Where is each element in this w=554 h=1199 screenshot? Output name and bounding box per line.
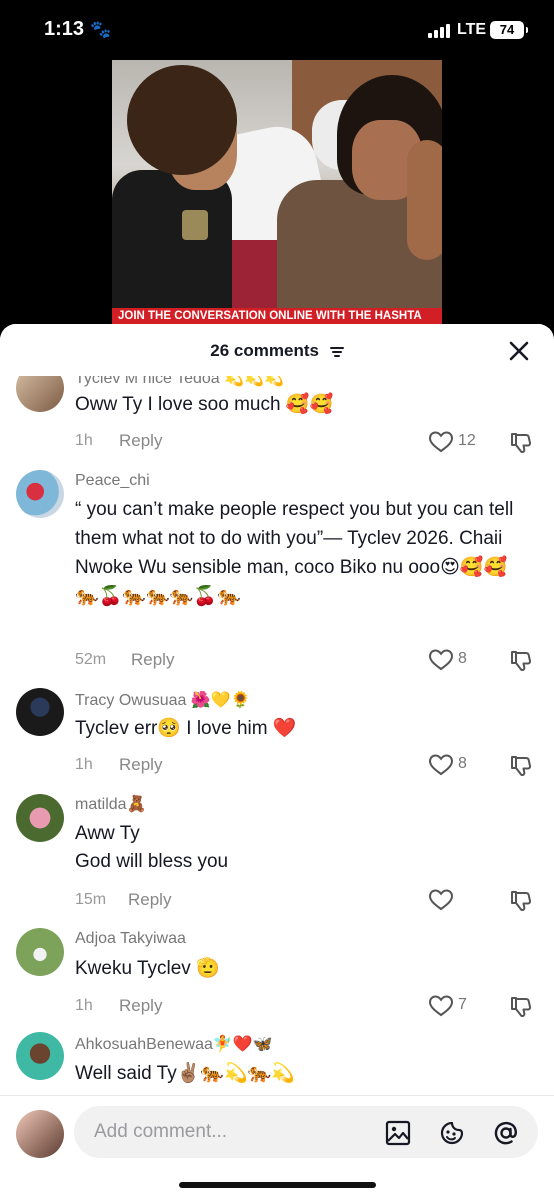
heart-outline-icon[interactable] — [428, 888, 454, 912]
paw-icon: 🐾 — [90, 20, 112, 39]
comment-item: Adjoa Takyiwaa Kweku Tyclev 🫡 1h Reply 7 — [0, 926, 554, 1030]
heart-outline-icon[interactable] — [428, 430, 454, 454]
heart-outline-icon[interactable] — [428, 648, 454, 672]
emoji-icon[interactable] — [438, 1119, 466, 1147]
comment-input[interactable] — [94, 1106, 374, 1158]
avatar[interactable] — [16, 688, 64, 736]
comment-item: matilda🧸 Aww Ty God will bless you 15m R… — [0, 792, 554, 926]
thumbs-down-icon[interactable] — [509, 889, 533, 913]
sheet-header: 26 comments — [0, 324, 554, 376]
comment-username[interactable]: AhkosuahBenewaa🧚❤️🦋 — [75, 1034, 273, 1054]
image-icon[interactable] — [384, 1119, 412, 1147]
comment-item: Peace_chi “ you can’t make people respec… — [0, 464, 554, 684]
thumbs-down-icon[interactable] — [509, 995, 533, 1019]
comment-text: Tyclev err🥺 I love him ❤️ — [75, 718, 297, 739]
video-banner: JOIN THE CONVERSATION ONLINE WITH THE HA… — [112, 308, 442, 324]
thumbs-down-icon[interactable] — [509, 431, 533, 455]
like-count: 12 — [458, 432, 476, 449]
heart-outline-icon[interactable] — [428, 753, 454, 777]
comment-username[interactable]: Peace_chi — [75, 472, 150, 490]
my-avatar[interactable] — [16, 1110, 64, 1158]
comment-username[interactable]: Adjoa Takyiwaa — [75, 930, 186, 948]
home-indicator[interactable] — [179, 1182, 376, 1188]
comment-input-container[interactable] — [74, 1106, 538, 1158]
comment-time: 1h — [75, 432, 93, 449]
avatar[interactable] — [16, 794, 64, 842]
comment-time: 1h — [75, 756, 93, 773]
like-count: 7 — [458, 996, 467, 1013]
reply-button[interactable]: Reply — [119, 755, 162, 775]
comment-text: Kweku Tyclev 🫡 — [75, 958, 220, 979]
comment-text-line1: Aww Ty — [75, 823, 140, 844]
reply-button[interactable]: Reply — [128, 890, 171, 910]
comment-text-line2: God will bless you — [75, 851, 229, 872]
comment-input-bar — [0, 1095, 554, 1199]
comment-time: 1h — [75, 997, 93, 1014]
reply-button[interactable]: Reply — [119, 431, 162, 451]
status-time: 1:13 — [44, 18, 85, 40]
network-label: LTE — [457, 21, 487, 38]
signal-icon — [428, 24, 452, 38]
comment-item: AhkosuahBenewaa🧚❤️🦋 Well said Ty✌🏽🐅💫🐅💫 — [0, 1030, 554, 1100]
comment-text: Well said Ty✌🏽🐅💫🐅💫 — [75, 1063, 296, 1084]
comment-time: 52m — [75, 651, 107, 668]
comment-item: Tracy Owusuaa 🌺💛🌻 Tyclev err🥺 I love him… — [0, 684, 554, 792]
close-icon[interactable] — [508, 340, 530, 362]
comments-sheet: 26 comments Tyclev M nice Tedoa 💫💫💫 Oww … — [0, 324, 554, 1199]
status-bar: 1:13 🐾 LTE 74 — [0, 0, 554, 60]
thumbs-down-icon[interactable] — [509, 754, 533, 778]
reply-button[interactable]: Reply — [131, 650, 174, 670]
like-count: 8 — [458, 755, 467, 772]
comment-text: Oww Ty I love soo much 🥰🥰 — [75, 394, 334, 415]
sort-icon[interactable] — [329, 346, 344, 357]
like-count: 8 — [458, 650, 467, 667]
thumbs-down-icon[interactable] — [509, 649, 533, 673]
avatar[interactable] — [16, 470, 64, 518]
heart-outline-icon[interactable] — [428, 994, 454, 1018]
avatar[interactable] — [16, 1032, 64, 1080]
comment-count-label: 26 comments — [210, 341, 319, 360]
reply-button[interactable]: Reply — [119, 996, 162, 1016]
comment-count[interactable]: 26 comments — [0, 341, 554, 361]
battery-icon: 74 — [490, 21, 528, 39]
comment-text: “ you can’t make people respect you but … — [75, 499, 514, 607]
at-icon[interactable] — [492, 1119, 520, 1147]
avatar[interactable] — [16, 928, 64, 976]
comment-time: 15m — [75, 891, 107, 908]
comment-username[interactable]: matilda🧸 — [75, 794, 147, 814]
video-player[interactable]: JOIN THE CONVERSATION ONLINE WITH THE HA… — [112, 60, 442, 324]
comment-username[interactable]: Tracy Owusuaa 🌺💛🌻 — [75, 690, 251, 710]
comment-list[interactable]: Tyclev M nice Tedoa 💫💫💫 Oww Ty I love so… — [0, 324, 554, 1096]
